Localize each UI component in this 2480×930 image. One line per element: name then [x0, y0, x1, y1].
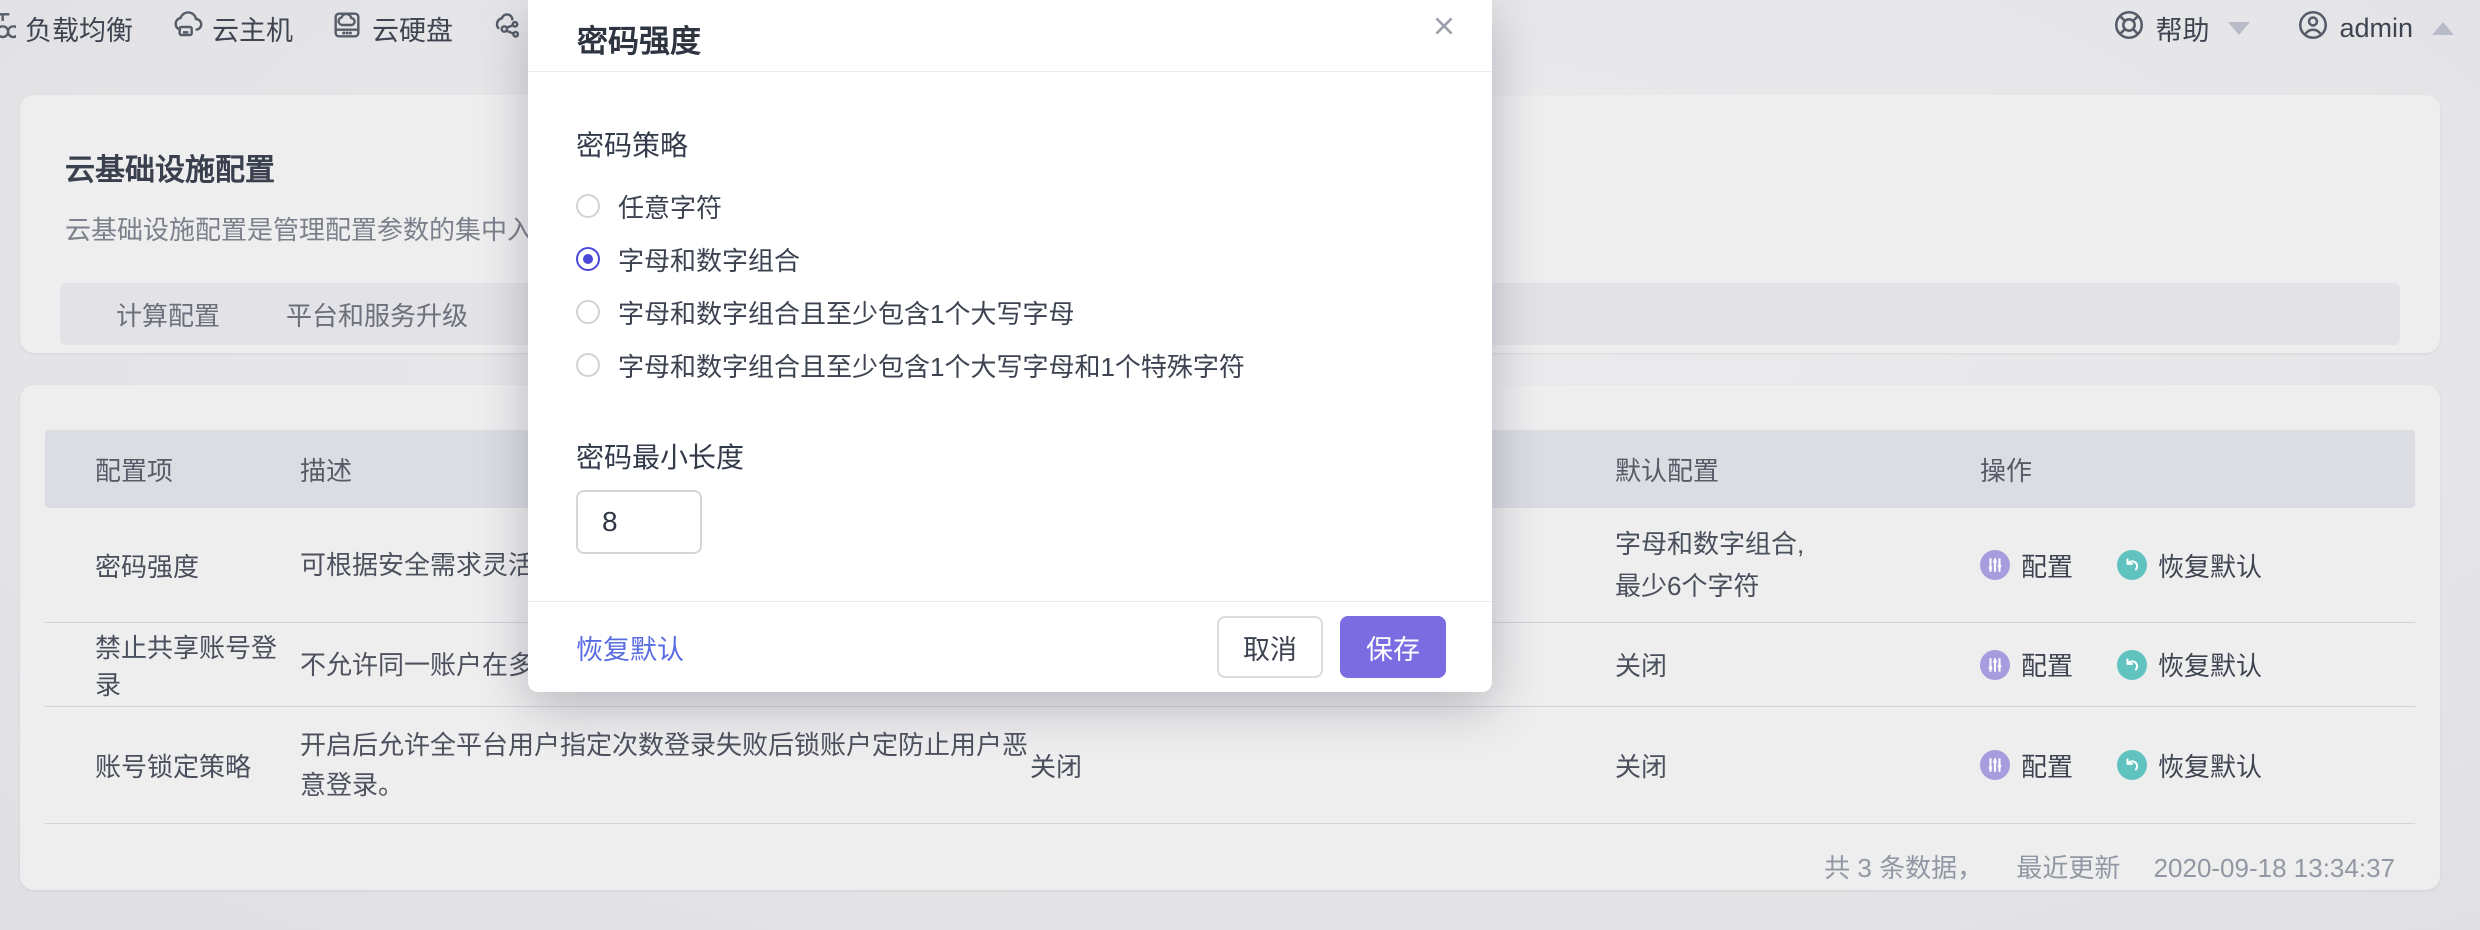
radio-option-any-chars[interactable]: 任意字符 — [576, 191, 1444, 221]
sliders-icon — [1980, 550, 2010, 580]
row-actions: 配置 恢复默认 — [1980, 747, 2415, 784]
radio-option-label: 字母和数字组合 — [618, 241, 800, 278]
config-item-desc: 开启后允许全平台用户指定次数登录失败后锁账户定防止用户恶意登录。 — [300, 725, 1030, 805]
cancel-button[interactable]: 取消 — [1217, 616, 1323, 678]
restore-default-button[interactable]: 恢复默认 — [2117, 747, 2262, 784]
cloud-server-icon — [171, 9, 203, 48]
tab-compute-config[interactable]: 计算配置 — [116, 296, 220, 333]
chevron-up-icon — [2432, 22, 2454, 35]
password-policy-label: 密码策略 — [576, 124, 1444, 164]
restore-label: 恢复默认 — [2158, 747, 2262, 784]
sliders-icon — [1980, 750, 2010, 780]
nav-left-group: 负载均衡 云主机 云硬盘 网络 — [0, 9, 586, 48]
save-button[interactable]: 保存 — [1340, 616, 1446, 678]
table-footer: 共 3 条数据， 最近更新 2020-09-18 13:34:37 — [1824, 848, 2395, 885]
restore-default-link[interactable]: 恢复默认 — [576, 628, 684, 667]
row-actions: 配置 恢复默认 — [1980, 646, 2415, 683]
column-header-actions: 操作 — [1980, 451, 2415, 488]
nav-item-label: 云主机 — [212, 9, 293, 48]
help-menu[interactable]: 帮助 — [2112, 8, 2250, 49]
last-updated-time: 2020-09-18 13:34:37 — [2154, 853, 2395, 883]
radio-option-label: 任意字符 — [618, 188, 722, 225]
radio-icon[interactable] — [576, 300, 600, 324]
row-count: 共 3 条数据， — [1824, 853, 1983, 883]
password-strength-modal: 密码强度 密码策略 任意字符 字母和数字组合 字 — [528, 0, 1492, 692]
config-item-name: 禁止共享账号登录 — [45, 628, 300, 702]
column-header-name: 配置项 — [45, 451, 300, 488]
close-icon — [1431, 13, 1457, 44]
undo-icon — [2117, 750, 2147, 780]
user-icon — [2296, 8, 2330, 49]
configure-label: 配置 — [2021, 547, 2073, 584]
nav-item-cloud-server[interactable]: 云主机 — [171, 9, 293, 48]
default-line-2: 最少6个字符 — [1615, 565, 1980, 607]
configure-button[interactable]: 配置 — [1980, 547, 2073, 584]
radio-icon[interactable] — [576, 353, 600, 377]
configure-label: 配置 — [2021, 747, 2073, 784]
undo-icon — [2117, 550, 2147, 580]
configure-button[interactable]: 配置 — [1980, 747, 2073, 784]
modal-title: 密码强度 — [577, 16, 701, 61]
screen: 负载均衡 云主机 云硬盘 网络 — [0, 0, 2480, 930]
radio-option-letters-digits[interactable]: 字母和数字组合 — [576, 244, 1444, 274]
sliders-icon — [1980, 650, 2010, 680]
nav-item-label: 云硬盘 — [372, 9, 453, 48]
radio-option-letters-digits-uppercase[interactable]: 字母和数字组合且至少包含1个大写字母 — [576, 297, 1444, 327]
nav-item-label: 负载均衡 — [25, 9, 133, 48]
config-item-name: 密码强度 — [45, 547, 300, 584]
nav-item-cloud-disk[interactable]: 云硬盘 — [331, 9, 453, 48]
user-menu[interactable]: admin — [2296, 8, 2454, 49]
last-updated-label: 最近更新 — [2016, 853, 2120, 883]
min-length-label: 密码最小长度 — [576, 436, 1444, 476]
modal-footer-buttons: 取消 保存 — [1217, 616, 1446, 678]
network-icon — [491, 9, 523, 48]
configure-button[interactable]: 配置 — [1980, 646, 2073, 683]
config-item-default: 关闭 — [1615, 646, 1980, 683]
radio-selected-icon[interactable] — [576, 247, 600, 271]
load-balancer-icon — [0, 9, 16, 48]
restore-default-button[interactable]: 恢复默认 — [2117, 547, 2262, 584]
radio-option-label: 字母和数字组合且至少包含1个大写字母 — [618, 294, 1074, 331]
cloud-disk-icon — [331, 9, 363, 48]
restore-default-button[interactable]: 恢复默认 — [2117, 646, 2262, 683]
configure-label: 配置 — [2021, 646, 2073, 683]
default-line-1: 字母和数字组合, — [1615, 523, 1980, 565]
restore-label: 恢复默认 — [2158, 547, 2262, 584]
nav-right-group: 帮助 admin — [2112, 0, 2454, 56]
radio-option-label: 字母和数字组合且至少包含1个大写字母和1个特殊字符 — [618, 347, 1245, 384]
help-label: 帮助 — [2155, 9, 2209, 48]
min-length-input[interactable] — [576, 490, 702, 554]
password-policy-options: 任意字符 字母和数字组合 字母和数字组合且至少包含1个大写字母 字母和数字组合且… — [576, 191, 1444, 380]
nav-item-load-balancer[interactable]: 负载均衡 — [0, 9, 133, 48]
user-label: admin — [2339, 13, 2413, 44]
modal-footer: 恢复默认 取消 保存 — [528, 601, 1492, 692]
help-icon — [2112, 8, 2146, 49]
tab-platform-upgrade[interactable]: 平台和服务升级 — [286, 296, 468, 333]
restore-label: 恢复默认 — [2158, 646, 2262, 683]
chevron-down-icon — [2228, 22, 2250, 35]
page-title: 云基础设施配置 — [65, 145, 275, 189]
row-actions: 配置 恢复默认 — [1980, 547, 2415, 584]
modal-body: 密码策略 任意字符 字母和数字组合 字母和数字组合且至少包含1个大写字母 字母和… — [528, 124, 1492, 554]
modal-header: 密码强度 — [528, 0, 1492, 72]
table-row: 账号锁定策略 开启后允许全平台用户指定次数登录失败后锁账户定防止用户恶意登录。 … — [45, 707, 2415, 824]
radio-option-letters-digits-uppercase-special[interactable]: 字母和数字组合且至少包含1个大写字母和1个特殊字符 — [576, 350, 1444, 380]
column-header-default: 默认配置 — [1615, 451, 1980, 488]
config-item-default: 字母和数字组合, 最少6个字符 — [1615, 523, 1980, 607]
config-item-name: 账号锁定策略 — [45, 747, 300, 784]
config-item-default: 关闭 — [1615, 747, 1980, 784]
undo-icon — [2117, 650, 2147, 680]
page-subtitle: 云基础设施配置是管理配置参数的集中入口， — [65, 210, 585, 247]
close-button[interactable] — [1422, 6, 1466, 50]
radio-icon[interactable] — [576, 194, 600, 218]
config-item-current: 关闭 — [1030, 747, 1615, 784]
